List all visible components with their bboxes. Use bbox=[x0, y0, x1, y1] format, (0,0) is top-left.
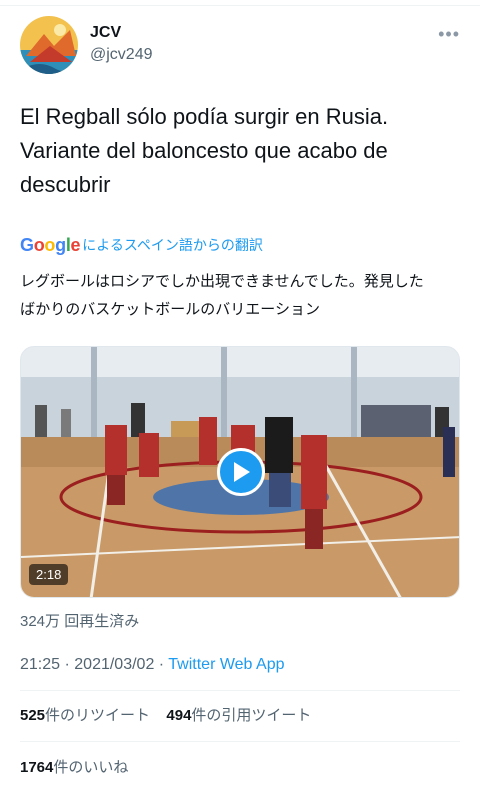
retweet-count: 525 bbox=[20, 707, 46, 724]
tweet-source-app[interactable]: Twitter Web App bbox=[168, 656, 284, 673]
translated-text-line: ばかりのバスケットボールのバリエーション bbox=[20, 301, 321, 318]
author-name[interactable]: JCV bbox=[90, 24, 121, 42]
divider bbox=[20, 690, 460, 691]
like-stat[interactable]: 1764件のいいね bbox=[20, 756, 128, 777]
video-player[interactable]: 2:18 bbox=[20, 346, 460, 598]
engagement-stats: 525件のリツイート 494件の引用ツイート bbox=[20, 704, 311, 725]
quote-stat[interactable]: 494件の引用ツイート bbox=[166, 707, 311, 724]
translated-text-line: レグボールはロシアでしか出現できませんでした。発見した bbox=[20, 273, 424, 290]
more-options-icon[interactable]: ••• bbox=[438, 24, 460, 45]
divider bbox=[20, 741, 460, 742]
tweet-text-line: Variante del baloncesto que acabo de bbox=[20, 138, 388, 163]
tweet-text-line: descubrir bbox=[20, 172, 111, 197]
retweet-stat[interactable]: 525件のリツイート bbox=[20, 707, 150, 724]
like-label: 件のいいね bbox=[53, 759, 129, 776]
tweet-date[interactable]: 2021/03/02 bbox=[74, 656, 154, 673]
quote-count: 494 bbox=[166, 707, 192, 724]
translation-label[interactable]: によるスペイン語からの翻訳 bbox=[82, 235, 263, 255]
quote-label: 件の引用ツイート bbox=[191, 707, 312, 724]
view-count: 324万 回再生済み bbox=[20, 613, 140, 630]
play-icon bbox=[234, 462, 250, 482]
translated-text: レグボールはロシアでしか出現できませんでした。発見した ばかりのバスケットボール… bbox=[20, 268, 460, 324]
tweet-header: JCV @jcv249 ••• bbox=[20, 16, 460, 74]
top-divider bbox=[0, 0, 480, 6]
google-logo: Google bbox=[20, 234, 81, 255]
avatar[interactable] bbox=[20, 16, 78, 74]
play-button[interactable] bbox=[217, 448, 265, 496]
meta-separator: · bbox=[154, 656, 169, 673]
tweet-text-line: El Regball sólo podía surgir en Rusia. bbox=[20, 104, 389, 129]
tweet-metadata: 21:25 · 2021/03/02 · Twitter Web App bbox=[20, 656, 284, 674]
author-handle[interactable]: @jcv249 bbox=[90, 46, 153, 64]
translation-attribution[interactable]: Google によるスペイン語からの翻訳 bbox=[20, 235, 263, 255]
tweet-text: El Regball sólo podía surgir en Rusia. V… bbox=[20, 100, 460, 202]
meta-separator: · bbox=[60, 656, 75, 673]
retweet-label: 件のリツイート bbox=[45, 707, 151, 724]
video-duration: 2:18 bbox=[29, 564, 69, 585]
like-count: 1764 bbox=[20, 759, 54, 776]
tweet-time[interactable]: 21:25 bbox=[20, 656, 60, 673]
